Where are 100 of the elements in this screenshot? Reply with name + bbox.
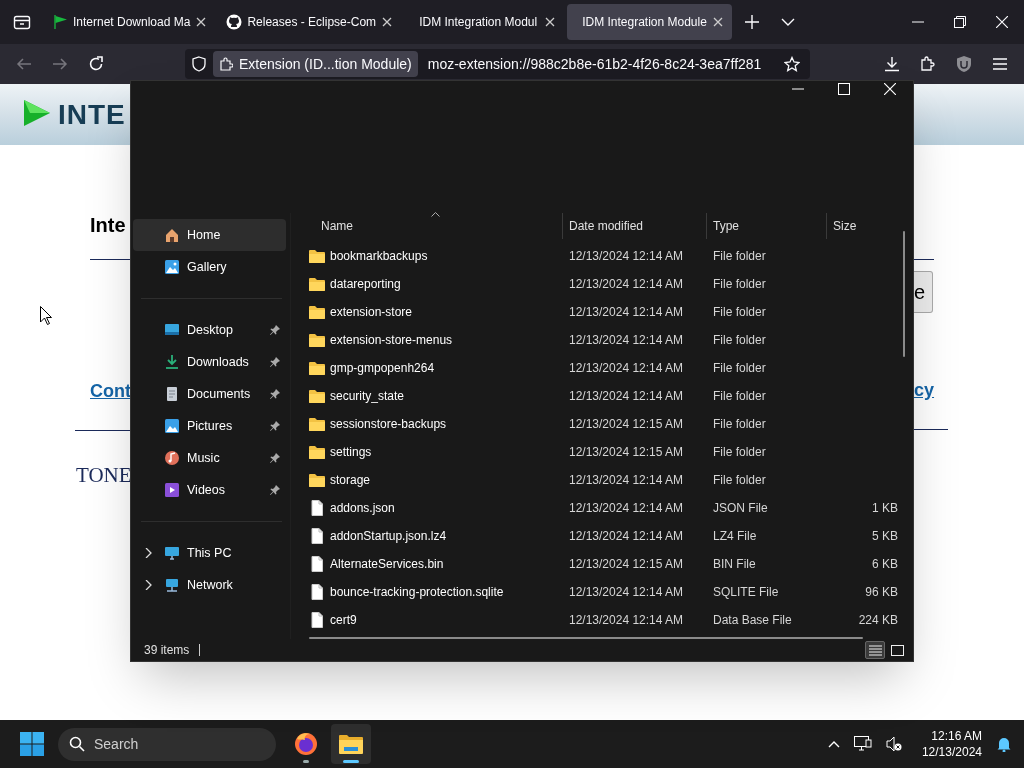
- network-icon[interactable]: [853, 736, 872, 752]
- sidebar-item[interactable]: This PC: [133, 537, 286, 569]
- chevron-right-icon[interactable]: [144, 580, 152, 590]
- file-name[interactable]: datareporting: [330, 275, 401, 293]
- sidebar-label: Music: [187, 449, 221, 467]
- maximize-icon[interactable]: [838, 83, 850, 95]
- close-icon[interactable]: [544, 16, 557, 28]
- sidebar-label: Network: [187, 576, 234, 594]
- page-button[interactable]: e: [914, 271, 933, 313]
- address-bar[interactable]: Extension (ID...tion Module) moz-extension://988c2b8e-61b2-4f26-8c24-3ea7ff281: [185, 49, 810, 79]
- sidebar-item[interactable]: Home: [133, 219, 286, 251]
- browser-tab[interactable]: IDM Integration Modul: [404, 4, 565, 40]
- url-text: moz-extension://988c2b8e-61b2-4f26-8c24-3ea7ff281: [427, 54, 763, 74]
- column-header[interactable]: Name: [299, 213, 562, 239]
- file-name[interactable]: extension-store: [330, 303, 413, 321]
- contact-link[interactable]: Cont: [90, 380, 130, 402]
- size-cell-text: 5 KB: [871, 528, 898, 545]
- sidebar-item[interactable]: Pictures: [133, 410, 286, 442]
- clock[interactable]: 12:16 AM 12/13/2024: [921, 728, 982, 760]
- sidebar-item[interactable]: Network: [133, 569, 286, 601]
- horizontal-scrollbar[interactable]: [309, 637, 863, 639]
- shield-icon[interactable]: [191, 56, 207, 72]
- file-name[interactable]: storage: [330, 471, 371, 489]
- bell-icon[interactable]: [996, 736, 1012, 752]
- size-cell-text: 224 KB: [857, 612, 898, 629]
- folder-icon: [309, 389, 325, 403]
- image-icon: [164, 259, 180, 275]
- folder-icon: [309, 305, 325, 319]
- size-cell-text: 1 KB: [871, 500, 898, 517]
- restore-icon[interactable]: [954, 16, 966, 28]
- type-cell-text: File folder: [712, 472, 767, 489]
- close-icon[interactable]: [195, 16, 208, 28]
- chevron-up-icon[interactable]: [827, 740, 840, 748]
- file-name[interactable]: addons.json: [330, 499, 395, 517]
- file-name[interactable]: settings: [330, 443, 372, 461]
- file-name[interactable]: sessionstore-backups: [330, 415, 447, 433]
- sidebar-item[interactable]: Downloads: [133, 346, 286, 378]
- file-name[interactable]: bounce-tracking-protection.sqlite: [330, 583, 504, 601]
- date-cell-text: 12/13/2024 12:14 AM: [568, 472, 685, 489]
- size-cell-text: 6 KB: [871, 556, 898, 573]
- download-icon[interactable]: [884, 56, 900, 72]
- file-name[interactable]: cert9: [330, 611, 357, 629]
- details-view-button[interactable]: [865, 641, 885, 659]
- sidebar-label: Pictures: [187, 417, 234, 435]
- menu-icon[interactable]: [992, 56, 1008, 72]
- date-cell-text: 12/13/2024 12:15 AM: [568, 556, 685, 573]
- sidebar-label: This PC: [187, 544, 233, 562]
- file-name[interactable]: extension-store-menus: [330, 331, 453, 349]
- file-name[interactable]: AlternateServices.bin: [330, 555, 444, 573]
- file-name[interactable]: security_state: [330, 387, 405, 405]
- date-cell-text: 12/13/2024 12:14 AM: [568, 500, 685, 517]
- chevron-right-icon[interactable]: [144, 548, 152, 558]
- taskbar-app-button[interactable]: [331, 724, 371, 764]
- sidebar-item[interactable]: Videos: [133, 474, 286, 506]
- search-field[interactable]: Search: [58, 727, 276, 761]
- close-icon[interactable]: [381, 16, 394, 28]
- identity-chip[interactable]: Extension (ID...tion Module): [213, 51, 418, 77]
- type-cell-text: File folder: [712, 304, 767, 321]
- type-cell-text: LZ4 File: [712, 528, 758, 545]
- folder-icon: [309, 249, 325, 263]
- sidebar-item[interactable]: Desktop: [133, 314, 286, 346]
- close-icon[interactable]: [711, 16, 724, 28]
- browser-tab[interactable]: Releases - Eclipse-Com: [218, 4, 402, 40]
- bookmark-star-icon[interactable]: [784, 56, 800, 72]
- tab-title: Releases - Eclipse-Com: [247, 14, 377, 31]
- back-icon[interactable]: [16, 56, 32, 72]
- music-note-icon: [164, 450, 180, 466]
- windows-start-icon[interactable]: [20, 732, 44, 756]
- sidebar-item[interactable]: Gallery: [133, 251, 286, 283]
- type-cell-text: File folder: [712, 388, 767, 405]
- column-header[interactable]: Size: [826, 213, 898, 239]
- puzzle-icon[interactable]: [920, 56, 936, 72]
- file-icon: [309, 612, 325, 628]
- column-header[interactable]: Type: [706, 213, 826, 239]
- date-cell-text: 12/13/2024 12:14 AM: [568, 360, 685, 377]
- sidebar-item[interactable]: Music: [133, 442, 286, 474]
- browser-tab[interactable]: Internet Download Ma: [44, 4, 216, 40]
- type-cell-text: File folder: [712, 276, 767, 293]
- sidebar-item[interactable]: Documents: [133, 378, 286, 410]
- column-header[interactable]: Date modified: [562, 213, 706, 239]
- type-cell-text: File folder: [712, 416, 767, 433]
- tile-icon: [890, 644, 904, 656]
- new-tab-icon[interactable]: [744, 15, 759, 29]
- volume-muted-icon[interactable]: [885, 736, 902, 752]
- file-name[interactable]: bookmarkbackups: [330, 247, 428, 265]
- reload-icon[interactable]: [88, 56, 104, 72]
- file-name[interactable]: addonStartup.json.lz4: [330, 527, 447, 545]
- file-name[interactable]: gmp-gmpopenh264: [330, 359, 435, 377]
- forward-icon[interactable]: [52, 56, 68, 72]
- sort-up-icon: [430, 212, 440, 217]
- vertical-scrollbar[interactable]: [903, 231, 905, 357]
- browser-tab[interactable]: IDM Integration Module: [567, 4, 732, 40]
- privacy-link[interactable]: cy: [914, 379, 948, 401]
- size-cell-text: 96 KB: [864, 584, 898, 601]
- date-cell-text: 12/13/2024 12:14 AM: [568, 528, 685, 545]
- tab-list-icon[interactable]: [13, 14, 31, 30]
- page-heading: Inte: [90, 213, 127, 237]
- search-icon: [69, 736, 85, 752]
- flag-icon: [52, 14, 68, 30]
- folder-icon: [309, 277, 325, 291]
